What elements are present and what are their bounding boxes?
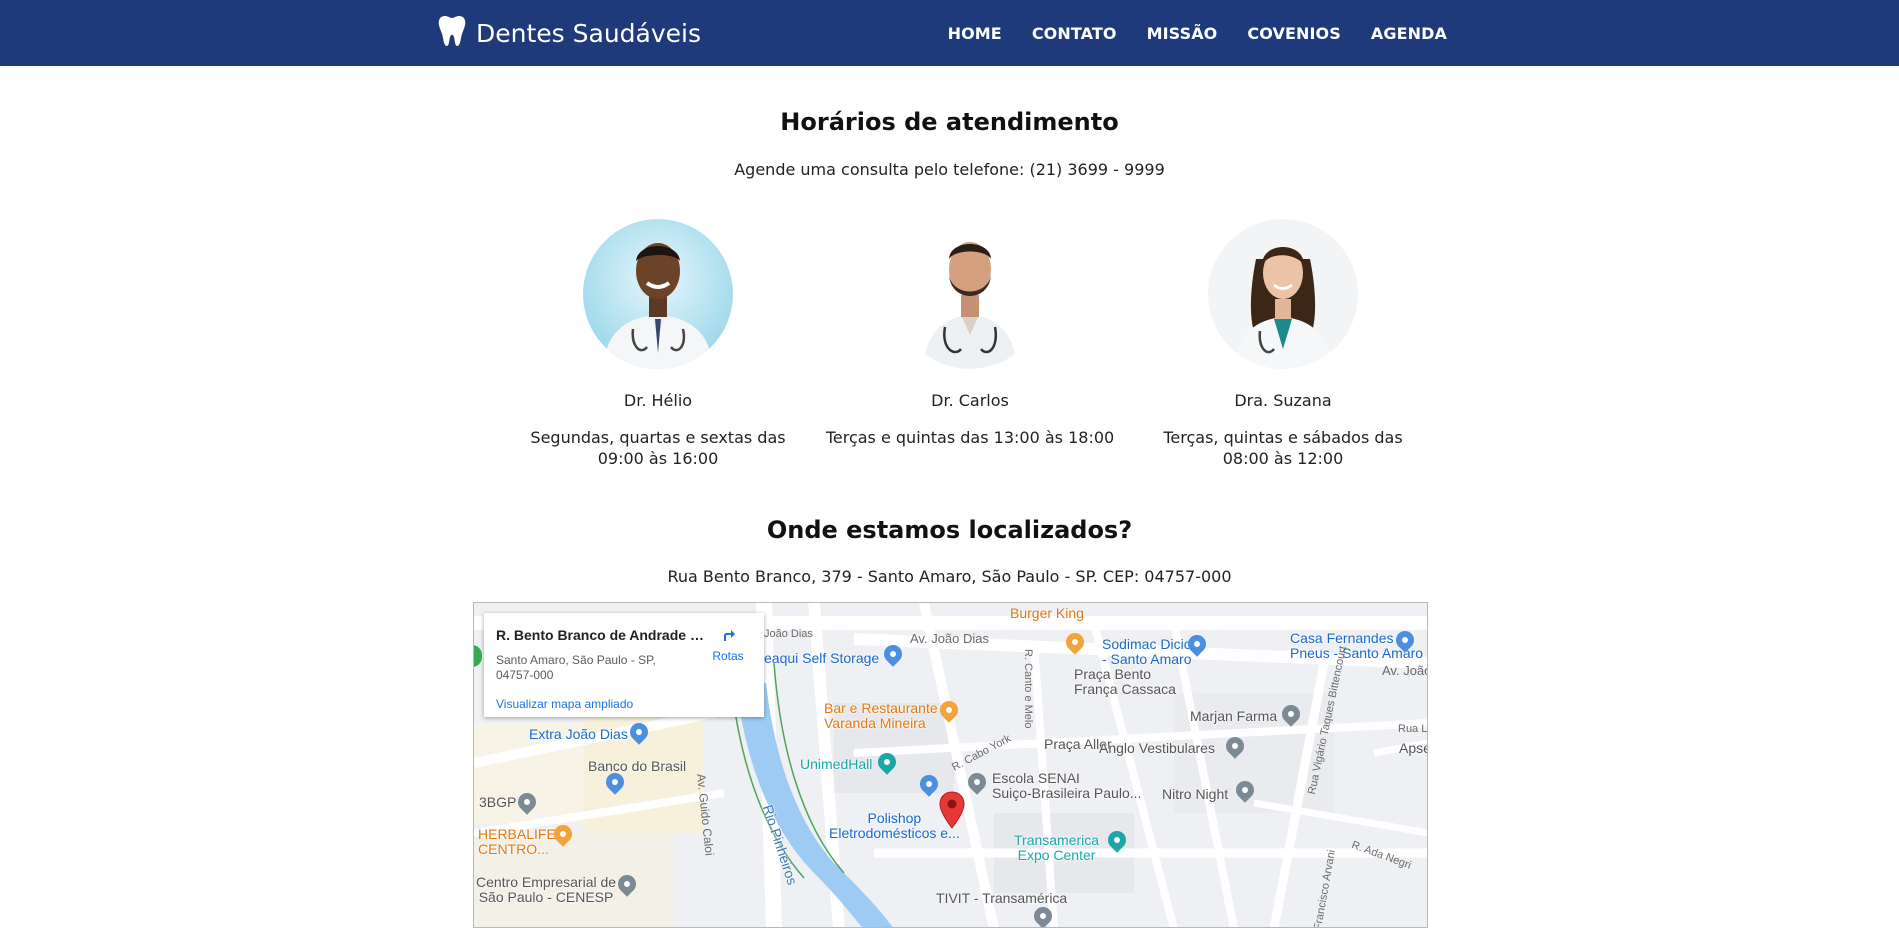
map-place-marjan: Marjan Farma [1190,708,1278,724]
schedule-title: Horários de atendimento [780,108,1119,136]
street-label: R. Canto e Melo [1022,649,1034,729]
doctor-name: Dr. Hélio [623,391,693,410]
view-larger-map-link[interactable]: Visualizar mapa ampliado [496,697,633,711]
main-nav: HOME CONTATO MISSÃO COVENIOS AGENDA [918,0,1447,66]
map-place-extra: Extra João Dias [529,726,628,742]
doctor-hours: Terças e quintas das 13:00 às 18:00 [825,428,1115,447]
nav-agenda-link[interactable]: AGENDA [1371,24,1447,43]
doctor-card-suzana: Dra. Suzana Terças, quintas e sábados da… [1138,219,1428,469]
map-place-tivit: TIVIT - Transamérica [936,890,1068,906]
map-place-banco-brasil: Banco do Brasil [588,758,687,774]
street-label: Rua Lu [1398,723,1428,735]
map-place-3bgp: 3BGP [479,794,517,810]
map-place-apsen: Apsen F [1399,740,1427,756]
brand[interactable]: Dentes Saudáveis [438,14,701,52]
map-place-burger-king: Burger King [1010,605,1084,621]
doctor-hours: Terças, quintas e sábados das 08:00 às 1… [1163,428,1403,468]
map-place-self-storage: eaqui Self Storage [764,650,880,666]
map-info-title: R. Bento Branco de Andrade Fi... [496,627,706,643]
embedded-map[interactable]: Burger King Sodimac Dicico - Santo Amaro… [473,602,1428,928]
map-place-anglo: Anglo Vestibulares [1099,740,1215,756]
brand-name: Dentes Saudáveis [476,18,701,48]
nav-missao-link[interactable]: MISSÃO [1147,24,1218,43]
map-place-sodimac: Sodimac Dicico - Santo Amaro [1102,637,1198,667]
doctor-photo [583,219,733,369]
doctor-name: Dr. Carlos [931,391,1009,410]
map-place-unimed: UnimedHall [800,756,873,772]
tooth-icon [438,15,476,51]
navbar: Dentes Saudáveis HOME CONTATO MISSÃO COV… [0,0,1899,66]
directions-label: Rotas [712,649,744,663]
schedule-phone: Agende uma consulta pelo telefone: (21) … [734,160,1165,179]
location-marker-icon[interactable] [939,791,965,829]
map-place-herbalife: HERBALIFE CENTRO... [478,826,556,857]
doctor-name: Dra. Suzana [1234,391,1332,410]
map-place-senai: Escola SENAI Suiço-Brasileira Paulo... [992,770,1142,801]
doctor-card-carlos: Dr. Carlos Terças e quintas das 13:00 às… [825,219,1115,448]
map-place-cenesp: Centro Empresarial de São Paulo - CENESP [476,874,617,905]
map-place-nitro: Nitro Night [1162,786,1229,802]
nav-covenios-link[interactable]: COVENIOS [1247,24,1341,43]
map-place-bar-restaurante: Bar e Restaurante Varanda Mineira [824,700,938,731]
map-place-praca-bento: Praça Bento França Cassaca [1074,666,1176,697]
nav-contato-link[interactable]: CONTATO [1032,24,1117,43]
doctor-photo [1208,219,1358,369]
map-place-sodimac-text: Sodimac Dicico - Santo Amaro [1102,636,1199,667]
doctor-photo [895,219,1045,369]
street-label: Av. João Dias [910,631,990,646]
doctor-card-helio: Dr. Hélio Segundas, quartas e sextas das… [513,219,803,469]
street-label: João Dias [764,628,813,640]
location-title: Onde estamos localizados? [766,516,1133,544]
street-label: Av. João [1382,663,1428,678]
doctor-hours: Segundas, quartas e sextas das 09:00 às … [530,428,786,468]
map-place-transamerica: Transamerica Expo Center [1014,832,1100,863]
location-address: Rua Bento Branco, 379 - Santo Amaro, São… [667,567,1232,586]
directions-icon [718,626,738,646]
map-info-address: Santo Amaro, São Paulo - SP, 04757-000 [496,653,656,682]
directions-button[interactable]: Rotas [708,625,748,663]
map-info-card: R. Bento Branco de Andrade Fi... Santo A… [484,613,764,717]
nav-home-link[interactable]: HOME [948,24,1002,43]
